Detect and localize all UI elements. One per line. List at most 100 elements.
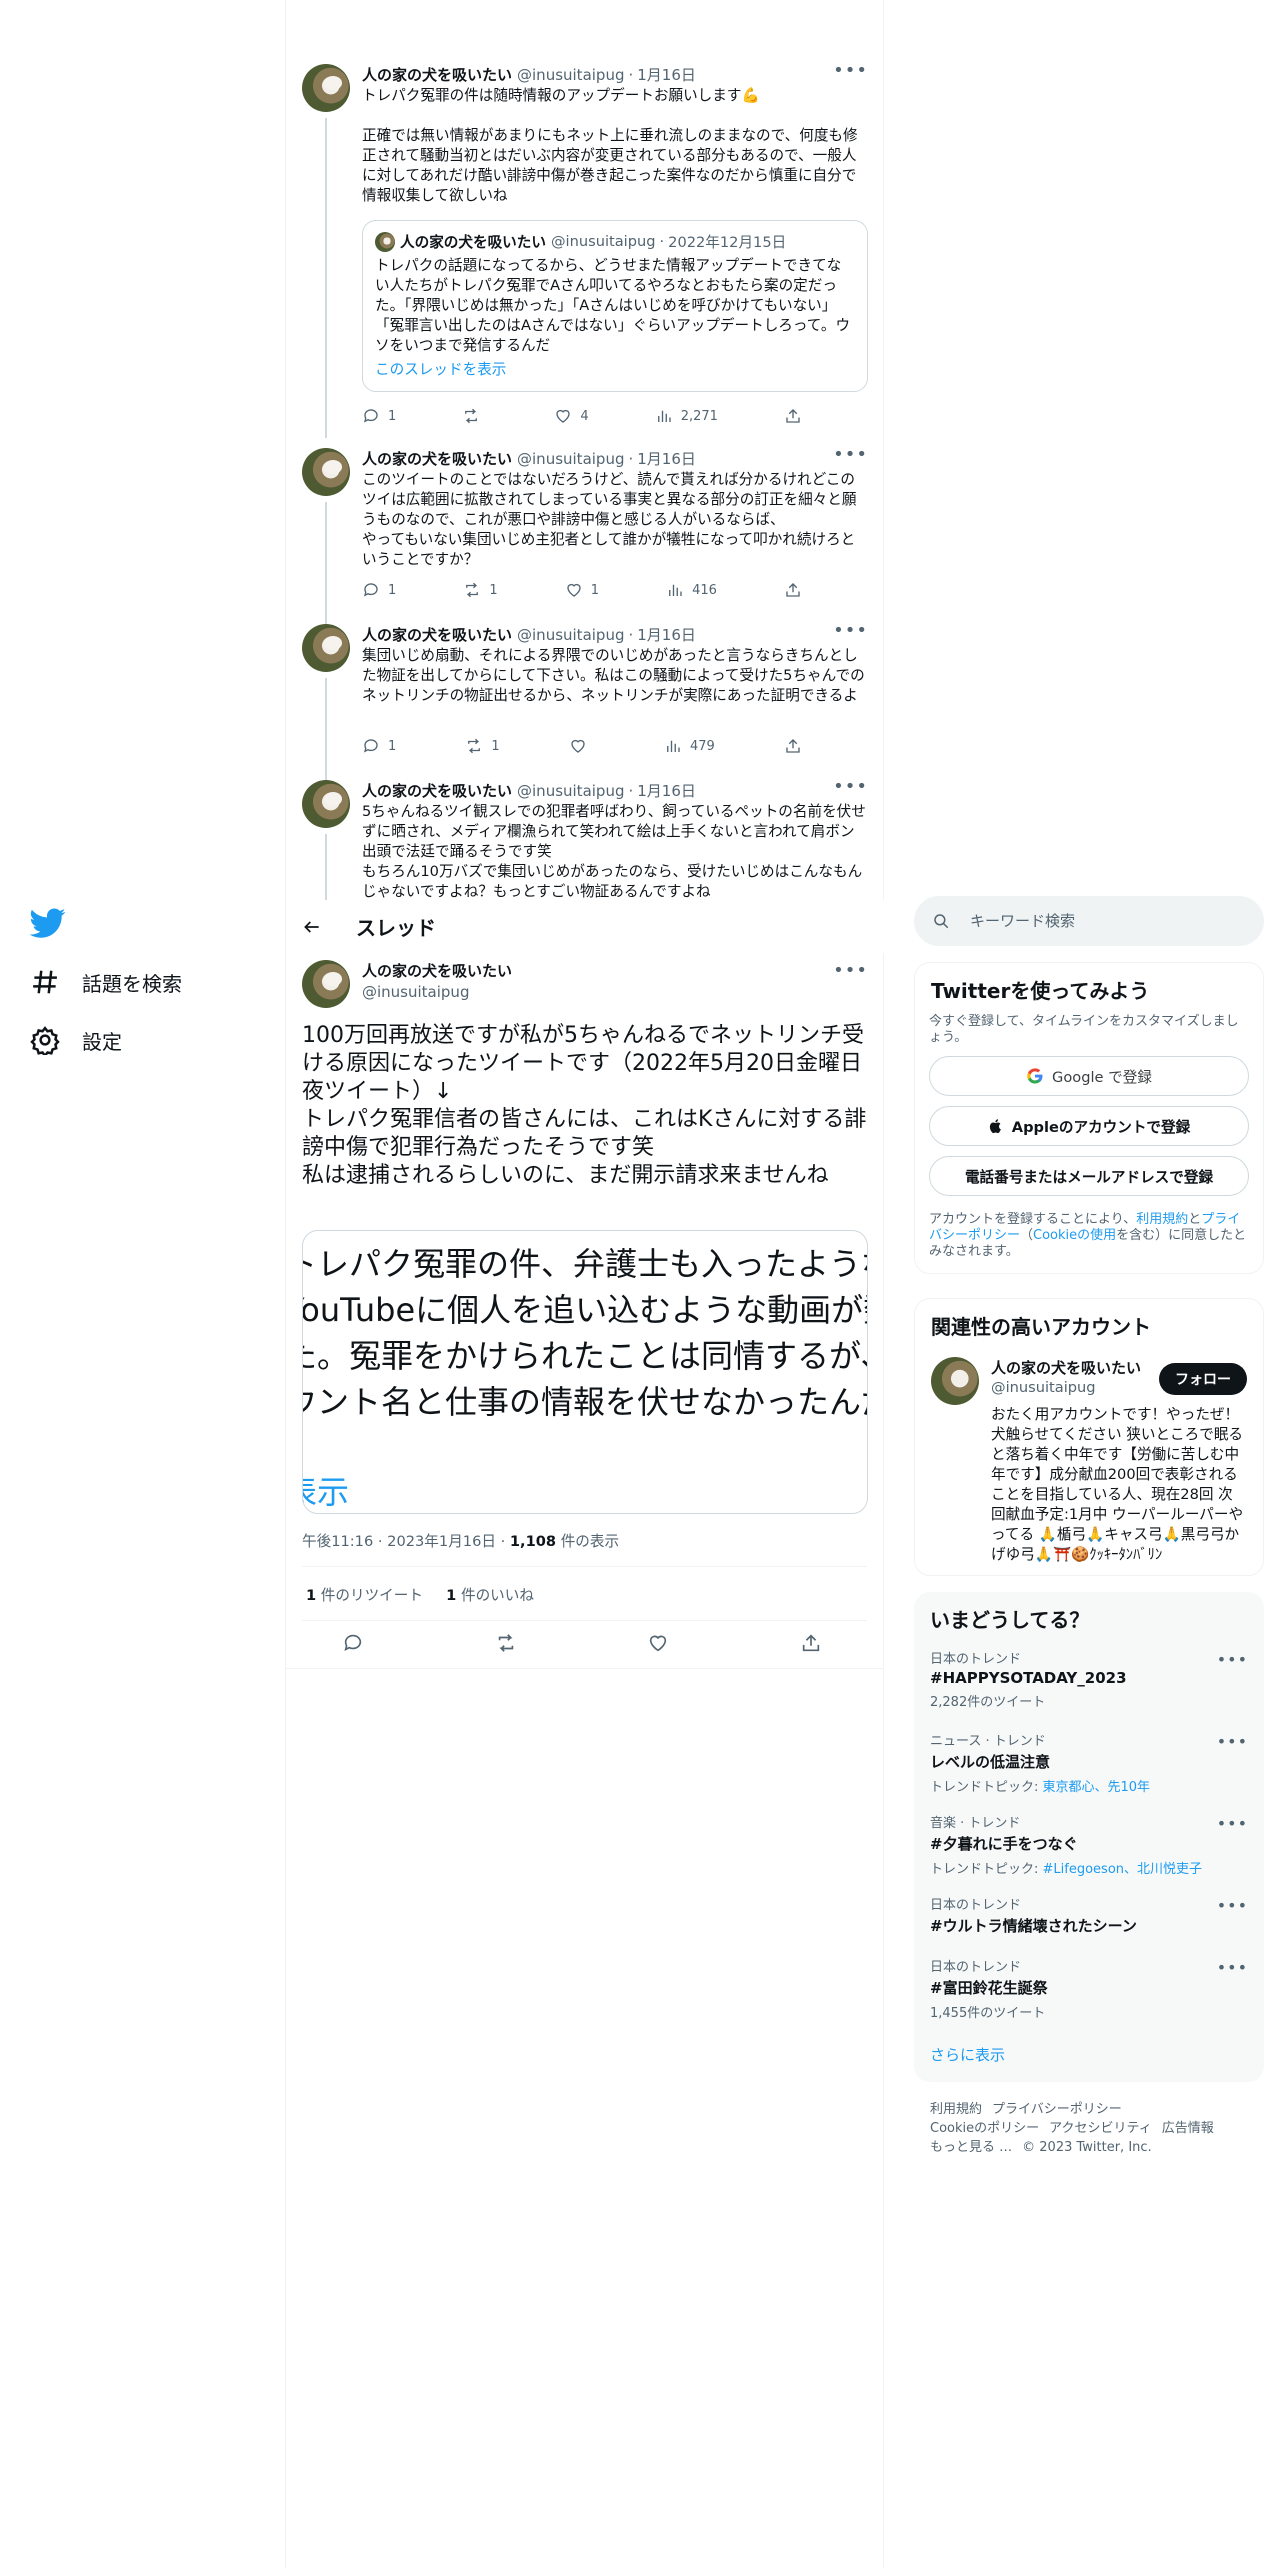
more-options-icon[interactable]: ••• (833, 620, 868, 641)
tweet-header: 人の家の犬を吸いたい @inusuitaipug · 1月16日 ••• (362, 620, 868, 645)
like-button[interactable]: 1 (565, 580, 599, 600)
thread-tweet[interactable]: 人の家の犬を吸いたい @inusuitaipug · 1月16日 ••• 集団い… (286, 620, 884, 782)
retweet-button[interactable] (462, 406, 488, 426)
trend-item[interactable]: 日本のトレンド #ウルトラ情緒壊されたシーン ••• (930, 1894, 1248, 1936)
views-button[interactable]: 479 (664, 736, 715, 756)
footer-link[interactable]: Cookieのポリシー (930, 2121, 1039, 2136)
search-bar[interactable] (914, 896, 1264, 946)
tweet-date[interactable]: 2023年1月16日 (387, 1533, 496, 1550)
avatar[interactable] (302, 448, 350, 496)
footer-link[interactable]: プライバシーポリシー (992, 2102, 1122, 2117)
tweet-text: トレパク冤罪の件は随時情報のアップデートお願いします💪 正確では無い情報があまり… (362, 87, 858, 204)
avatar[interactable] (302, 624, 350, 672)
avatar[interactable] (302, 64, 350, 112)
more-options-icon[interactable]: ••• (1217, 1814, 1248, 1833)
quote-author-name: 人の家の犬を吸いたい (400, 234, 546, 251)
footer-link[interactable]: アクセシビリティ (1049, 2121, 1152, 2136)
nav-settings[interactable]: 設定 (30, 1020, 122, 1060)
share-icon (786, 583, 800, 597)
tweet-date[interactable]: 1月16日 (637, 624, 696, 645)
author-handle[interactable]: @inusuitaipug (517, 782, 624, 800)
retweet-button[interactable]: 1 (463, 580, 498, 600)
footer-link[interactable]: 利用規約 (930, 2102, 982, 2117)
more-options-icon[interactable]: ••• (1217, 1650, 1248, 1669)
reply-icon[interactable] (342, 1632, 364, 1654)
footer-link[interactable]: 広告情報 (1162, 2121, 1214, 2136)
search-input[interactable] (970, 912, 1250, 930)
show-thread-link[interactable]: このスレッドを表示 (375, 358, 855, 379)
more-options-icon[interactable]: ••• (833, 778, 868, 797)
tweet-date[interactable]: 1月16日 (637, 448, 696, 469)
views-button[interactable]: 416 (666, 580, 717, 600)
author-handle[interactable]: @inusuitaipug (362, 983, 469, 1001)
like-button[interactable] (569, 736, 595, 756)
tweet-date[interactable]: 1月16日 (637, 780, 696, 801)
terms-link[interactable]: 利用規約 (1136, 1212, 1188, 1227)
signup-title: Twitterを使ってみよう (931, 979, 1150, 1003)
like-stat[interactable]: 1 件のいいね (446, 1587, 534, 1604)
trend-item[interactable]: ニュース · トレンド レベルの低温注意 トレンドトピック: 東京都心、先10年… (930, 1730, 1248, 1795)
phone-email-signup-label: 電話番号またはメールアドレスで登録 (964, 1168, 1214, 1186)
author-name[interactable]: 人の家の犬を吸いたい (362, 624, 512, 645)
show-more-link[interactable]: さらに表示 (930, 2044, 1005, 2065)
trend-topic-link[interactable]: 東京都心、先10年 (1043, 1780, 1151, 1795)
share-button[interactable] (784, 406, 802, 426)
footer-link[interactable]: もっと見る … (930, 2140, 1012, 2155)
avatar[interactable] (931, 1357, 979, 1405)
analytics-icon (657, 410, 671, 422)
more-options-icon[interactable]: ••• (833, 444, 868, 465)
retweet-button[interactable]: 1 (465, 736, 500, 756)
author-name[interactable]: 人の家の犬を吸いたい (362, 780, 512, 801)
thread-tweet[interactable]: 人の家の犬を吸いたい @inusuitaipug · 1月16日 ••• このツ… (286, 444, 884, 626)
avatar[interactable] (302, 960, 350, 1008)
apple-signup-button[interactable]: Appleのアカウントで登録 (929, 1106, 1249, 1146)
account-name[interactable]: 人の家の犬を吸いたい (991, 1357, 1141, 1378)
views-button[interactable]: 2,271 (655, 406, 718, 426)
thread-tweet[interactable]: 人の家の犬を吸いたい @inusuitaipug · 1月16日 ••• 5ちゃ… (286, 778, 884, 900)
tweet-date[interactable]: 1月16日 (637, 64, 696, 85)
author-name[interactable]: 人の家の犬を吸いたい (362, 448, 512, 469)
author-handle[interactable]: @inusuitaipug (517, 626, 624, 644)
more-options-icon[interactable]: ••• (1217, 1732, 1248, 1751)
tweet-time[interactable]: 午後11:16 (302, 1533, 373, 1550)
more-options-icon[interactable]: ••• (1217, 1896, 1248, 1915)
cookie-link[interactable]: Cookieの使用 (1033, 1228, 1116, 1243)
quoted-tweet[interactable]: トレパク冤罪の件、弁護士も入ったようなの YouTubeに個人を追い込むような動… (302, 1230, 868, 1514)
avatar[interactable] (302, 780, 350, 828)
apple-signup-label: Appleのアカウントで登録 (1011, 1118, 1191, 1136)
trend-item[interactable]: 日本のトレンド #富田鈴花生誕祭 1,455件のツイート ••• (930, 1956, 1248, 2021)
trend-item[interactable]: 音楽 · トレンド #夕暮れに手をつなぐ トレンドトピック: #Lifegoes… (930, 1812, 1248, 1877)
nav-explore[interactable]: 話題を検索 (30, 962, 182, 1002)
like-button[interactable]: 4 (554, 406, 589, 426)
trend-topic-link[interactable]: #Lifegoeson、北川悦吏子 (1043, 1862, 1203, 1877)
twitter-bird-logo-icon[interactable] (30, 905, 66, 941)
author-name[interactable]: 人の家の犬を吸いたい (362, 960, 512, 981)
google-signup-button[interactable]: Google で登録 (929, 1056, 1249, 1096)
more-options-icon[interactable]: ••• (833, 60, 868, 81)
trend-name: #HAPPYSOTADAY_2023 (930, 1669, 1127, 1687)
share-button[interactable] (784, 736, 802, 756)
reply-button[interactable]: 1 (362, 736, 396, 756)
back-arrow-icon[interactable] (302, 917, 322, 937)
retweet-icon[interactable] (495, 1632, 517, 1654)
show-more-link[interactable]: 表示 (303, 1467, 349, 1513)
retweet-icon (468, 738, 481, 754)
author-handle[interactable]: @inusuitaipug (517, 66, 624, 84)
account-handle[interactable]: @inusuitaipug (991, 1379, 1096, 1396)
trend-item[interactable]: 日本のトレンド #HAPPYSOTADAY_2023 2,282件のツイート •… (930, 1648, 1248, 1710)
share-button[interactable] (784, 580, 802, 600)
tweet-text: 100万回再放送ですが私が5ちゃんねるでネットリンチ受ける原因になったツイートで… (302, 1023, 867, 1188)
share-icon[interactable] (800, 1632, 822, 1654)
quoted-tweet[interactable]: 人の家の犬を吸いたい @inusuitaipug · 2022年12月15日 ト… (362, 220, 868, 392)
follow-button[interactable]: フォロー (1159, 1363, 1247, 1395)
heart-icon[interactable] (647, 1632, 669, 1654)
more-options-icon[interactable]: ••• (1217, 1958, 1248, 1977)
reply-button[interactable]: 1 (362, 580, 396, 600)
more-options-icon[interactable]: ••• (833, 960, 868, 981)
thread-tweet[interactable]: 人の家の犬を吸いたい @inusuitaipug · 1月16日 ••• トレパ… (286, 60, 884, 438)
reply-button[interactable]: 1 (362, 406, 396, 426)
author-name[interactable]: 人の家の犬を吸いたい (362, 64, 512, 85)
phone-email-signup-button[interactable]: 電話番号またはメールアドレスで登録 (929, 1156, 1249, 1196)
retweet-stat[interactable]: 1 件のリツイート (306, 1587, 423, 1604)
author-handle[interactable]: @inusuitaipug (517, 450, 624, 468)
